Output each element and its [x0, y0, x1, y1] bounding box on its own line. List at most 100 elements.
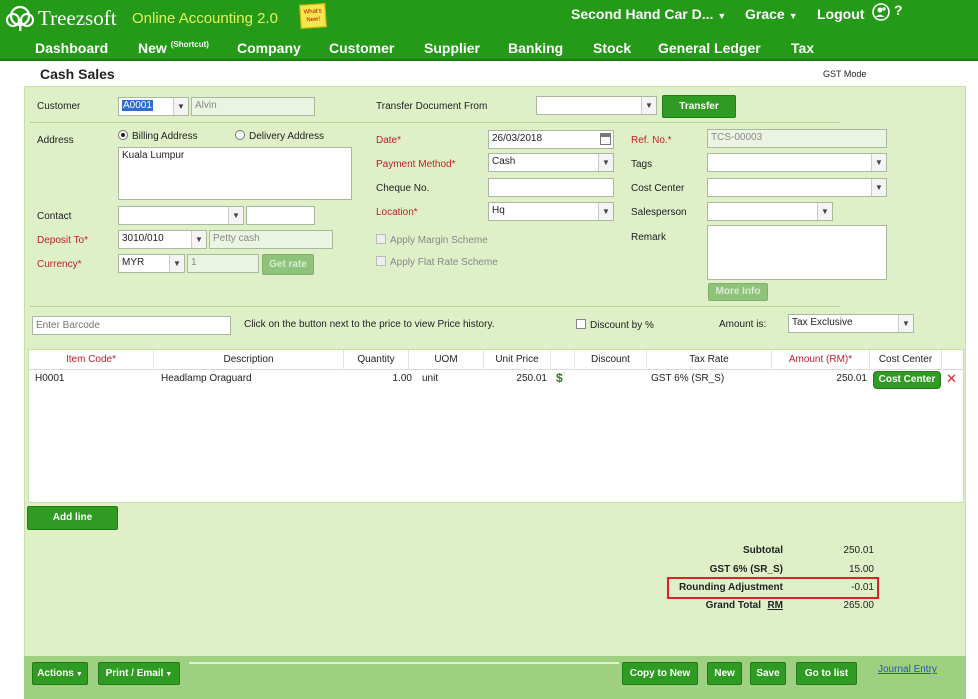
margin-scheme-checkbox[interactable]: Apply Margin Scheme — [376, 234, 488, 246]
nav-general-ledger[interactable]: General Ledger — [658, 40, 761, 56]
more-info-button[interactable]: More Info — [708, 283, 768, 301]
cheque-no-field[interactable] — [488, 178, 614, 197]
cost-center-button[interactable]: Cost Center — [873, 371, 941, 389]
chevron-down-icon: ▼ — [817, 203, 832, 220]
date-label: Date* — [376, 135, 402, 146]
user-menu[interactable]: Grace ▼ — [745, 6, 798, 22]
nav-dashboard[interactable]: Dashboard — [35, 40, 108, 56]
print-email-label: Print / Email — [105, 668, 164, 679]
nav-tax[interactable]: Tax — [791, 40, 814, 56]
billing-address-label: Billing Address — [132, 131, 198, 142]
chevron-down-icon: ▼ — [898, 315, 913, 332]
customer-code-select[interactable]: A0001 ▼ — [118, 97, 189, 116]
rounding-label: Rounding Adjustment — [678, 582, 783, 593]
footer-separator — [189, 662, 619, 664]
actions-dropdown[interactable]: Actions ▼ — [32, 662, 88, 685]
col-tax-rate: Tax Rate — [647, 350, 772, 370]
chevron-down-icon: ▼ — [871, 179, 886, 196]
checkbox-icon — [576, 319, 586, 329]
add-line-button[interactable]: Add line — [27, 506, 118, 530]
customer-code: A0001 — [122, 100, 153, 111]
cost-center-select[interactable]: ▼ — [707, 178, 887, 197]
row-uom[interactable]: unit — [422, 373, 438, 384]
col-cost-center: Cost Center — [870, 350, 942, 370]
gst-mode-label: GST Mode — [823, 69, 867, 79]
delete-row-icon[interactable]: ✕ — [946, 371, 957, 387]
save-button[interactable]: Save — [750, 662, 786, 685]
col-discount: Discount — [575, 350, 647, 370]
contact-select[interactable]: ▼ — [118, 206, 244, 225]
whats-new-badge[interactable]: What's New! — [299, 3, 327, 29]
brand-logo[interactable]: Treezsoft — [4, 4, 117, 32]
payment-method-select[interactable]: Cash ▼ — [488, 153, 614, 172]
location-value: Hq — [492, 205, 505, 216]
get-rate-button[interactable]: Get rate — [262, 254, 314, 275]
user-name: Grace — [745, 6, 785, 22]
row-amount[interactable]: 250.01 — [772, 373, 867, 384]
deposit-to-code: 3010/010 — [122, 233, 164, 244]
salesperson-select[interactable]: ▼ — [707, 202, 833, 221]
transfer-document-select[interactable]: ▼ — [536, 96, 657, 115]
actions-label: Actions — [37, 668, 74, 679]
subtotal-value: 250.01 — [843, 545, 874, 556]
contact-phone-field[interactable] — [246, 206, 315, 225]
company-selector[interactable]: Second Hand Car D... ▼ — [571, 6, 726, 22]
nav-banking[interactable]: Banking — [508, 40, 563, 56]
transfer-button[interactable]: Transfer — [662, 95, 736, 118]
deposit-to-label: Deposit To* — [37, 235, 88, 246]
nav-customer[interactable]: Customer — [329, 40, 394, 56]
row-tax-rate[interactable]: GST 6% (SR_S) — [651, 373, 724, 384]
checkbox-icon — [376, 234, 386, 244]
billing-address-radio[interactable]: Billing Address — [118, 130, 198, 142]
rounding-value: -0.01 — [851, 582, 874, 593]
print-email-dropdown[interactable]: Print / Email ▼ — [98, 662, 180, 685]
subtotal-label: Subtotal — [743, 545, 783, 556]
chevron-down-icon: ▼ — [641, 97, 656, 114]
brand-name: Treezsoft — [38, 5, 117, 30]
date-field[interactable]: 26/03/2018 — [488, 130, 614, 149]
flat-rate-checkbox[interactable]: Apply Flat Rate Scheme — [376, 256, 498, 268]
divider — [30, 122, 840, 123]
tags-select[interactable]: ▼ — [707, 153, 887, 172]
remark-textarea[interactable] — [707, 225, 887, 280]
amount-is-select[interactable]: Tax Exclusive ▼ — [788, 314, 914, 333]
ref-no-label: Ref. No.* — [631, 135, 672, 146]
discount-by-percent-checkbox[interactable]: Discount by % — [576, 319, 654, 331]
location-select[interactable]: Hq ▼ — [488, 202, 614, 221]
customer-label: Customer — [37, 101, 81, 112]
nav-new[interactable]: New (Shortcut) — [138, 40, 209, 56]
deposit-to-select[interactable]: 3010/010 ▼ — [118, 230, 207, 249]
col-price-history — [551, 350, 575, 370]
currency-rate-field: 1 — [187, 254, 259, 273]
delivery-address-radio[interactable]: Delivery Address — [235, 130, 324, 142]
nav-supplier[interactable]: Supplier — [424, 40, 480, 56]
price-history-hint: Click on the button next to the price to… — [244, 319, 495, 330]
chevron-down-icon: ▼ — [598, 154, 613, 171]
row-item-code[interactable]: H0001 — [35, 373, 64, 384]
go-to-list-button[interactable]: Go to list — [796, 662, 857, 685]
calendar-icon[interactable] — [600, 133, 611, 145]
help-icon[interactable]: ? — [894, 2, 903, 18]
barcode-input[interactable] — [32, 316, 231, 335]
journal-entry-link[interactable]: Journal Entry — [878, 664, 937, 675]
main-nav: Dashboard New (Shortcut) Company Custome… — [0, 36, 978, 61]
row-description[interactable]: Headlamp Oraguard — [161, 373, 252, 384]
page-title: Cash Sales — [40, 66, 115, 82]
flat-rate-label: Apply Flat Rate Scheme — [390, 257, 498, 268]
nav-company[interactable]: Company — [237, 40, 301, 56]
grand-total-currency: RM — [767, 600, 783, 611]
address-textarea[interactable]: Kuala Lumpur — [118, 147, 352, 200]
top-bar: Treezsoft Online Accounting 2.0 What's N… — [0, 0, 978, 36]
nav-stock[interactable]: Stock — [593, 40, 631, 56]
logout-link[interactable]: Logout — [817, 6, 864, 22]
new-button[interactable]: New — [707, 662, 742, 685]
row-unit-price[interactable]: 250.01 — [484, 373, 547, 384]
copy-to-new-button[interactable]: Copy to New — [622, 662, 698, 685]
nav-new-label: New — [138, 40, 167, 56]
row-quantity[interactable]: 1.00 — [344, 373, 412, 384]
price-history-icon[interactable]: $ — [556, 371, 563, 385]
add-user-icon[interactable] — [872, 3, 890, 21]
currency-select[interactable]: MYR ▼ — [118, 254, 185, 273]
gst-label: GST 6% (SR_S) — [709, 564, 783, 575]
footer-action-bar: Actions ▼ Print / Email ▼ Copy to New New … — [24, 656, 966, 699]
